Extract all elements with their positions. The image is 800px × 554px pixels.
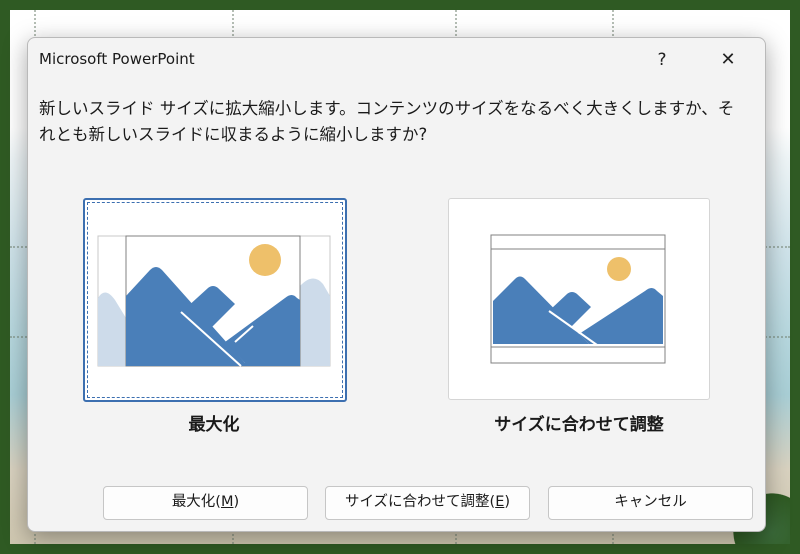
button-label-end: ) [233, 494, 240, 510]
close-button[interactable]: ✕ [706, 44, 750, 76]
fit-preview-image [490, 234, 666, 364]
ensure-fit-option[interactable] [448, 198, 710, 400]
button-label-end: ) [504, 494, 511, 510]
message-line-1: 新しいスライド サイズに拡大縮小します。コンテンツのサイズをなるべく大きくします… [39, 99, 735, 118]
access-key: M [220, 494, 234, 510]
maximize-option-label: 最大化 [188, 415, 240, 435]
dialog-message: 新しいスライド サイズに拡大縮小します。コンテンツのサイズをなるべく大きくします… [39, 96, 754, 148]
maximize-preview-image [97, 235, 331, 367]
ensure-fit-option-label: サイズに合わせて調整 [494, 415, 664, 435]
help-button[interactable]: ? [640, 44, 684, 76]
dialog-titlebar: Microsoft PowerPoint ? ✕ [28, 38, 765, 82]
button-label: 最大化( [171, 494, 221, 510]
sun-icon [607, 257, 631, 281]
button-label: サイズに合わせて調整( [344, 494, 496, 510]
message-line-2: れとも新しいスライドに収まるように縮小しますか? [39, 125, 428, 144]
maximize-option[interactable] [83, 198, 347, 402]
access-key: E [495, 494, 505, 510]
maximize-button[interactable]: 最大化(M) [103, 486, 308, 520]
sun-icon [249, 244, 281, 276]
ensure-fit-button[interactable]: サイズに合わせて調整(E) [325, 486, 530, 520]
cancel-button[interactable]: キャンセル [548, 486, 753, 520]
scale-dialog: Microsoft PowerPoint ? ✕ 新しいスライド サイズに拡大縮… [27, 37, 766, 532]
dialog-title: Microsoft PowerPoint [39, 50, 195, 68]
